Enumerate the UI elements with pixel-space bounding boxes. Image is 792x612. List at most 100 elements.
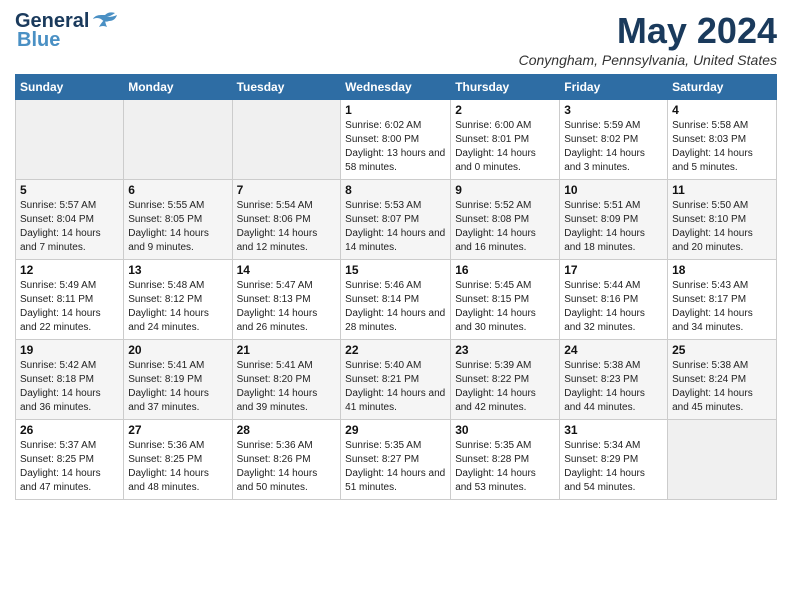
calendar-table: SundayMondayTuesdayWednesdayThursdayFrid… [15,74,777,500]
day-cell: 25 Sunrise: 5:38 AM Sunset: 8:24 PM Dayli… [668,340,777,420]
day-cell: 31Sunrise: 5:34 AM Sunset: 8:29 PM Dayli… [560,420,668,500]
day-cell: 4 Sunrise: 5:58 AM Sunset: 8:03 PM Daylig… [668,100,777,180]
title-block: May 2024 Conyngham, Pennsylvania, United… [519,10,777,68]
day-info: Sunrise: 5:34 AM Sunset: 8:29 PM Dayligh… [564,439,663,495]
day-number: 8 [345,183,446,197]
day-number: 11 [672,183,772,197]
day-number: 6 [128,183,227,197]
day-info: Sunrise: 5:36 AM Sunset: 8:25 PM Dayligh… [128,439,227,495]
day-cell: 9Sunrise: 5:52 AM Sunset: 8:08 PM Daylig… [451,180,560,260]
day-info: Sunrise: 5:43 AM Sunset: 8:17 PM Dayligh… [672,279,772,335]
day-cell [232,100,341,180]
day-cell: 13 Sunrise: 5:48 AM Sunset: 8:12 PM Dayli… [124,260,232,340]
week-row-5: 26Sunrise: 5:37 AM Sunset: 8:25 PM Dayli… [16,420,777,500]
day-number: 29 [345,423,446,437]
day-info: Sunrise: 5:36 AM Sunset: 8:26 PM Dayligh… [237,439,337,495]
day-cell: 14 Sunrise: 5:47 AM Sunset: 8:13 PM Dayli… [232,260,341,340]
day-info: Sunrise: 6:00 AM Sunset: 8:01 PM Dayligh… [455,119,555,175]
day-number: 27 [128,423,227,437]
logo-bird-icon [91,11,119,31]
day-info: Sunrise: 5:35 AM Sunset: 8:28 PM Dayligh… [455,439,555,495]
day-number: 26 [20,423,119,437]
day-info: Sunrise: 5:42 AM Sunset: 8:18 PM Dayligh… [20,359,119,415]
col-header-monday: Monday [124,75,232,100]
day-info: Sunrise: 6:02 AM Sunset: 8:00 PM Dayligh… [345,119,446,175]
day-cell: 29Sunrise: 5:35 AM Sunset: 8:27 PM Dayli… [341,420,451,500]
day-info: Sunrise: 5:38 AM Sunset: 8:24 PM Dayligh… [672,359,772,415]
day-number: 4 [672,103,772,117]
day-cell [668,420,777,500]
day-info: Sunrise: 5:39 AM Sunset: 8:22 PM Dayligh… [455,359,555,415]
week-row-2: 5Sunrise: 5:57 AM Sunset: 8:04 PM Daylig… [16,180,777,260]
day-number: 1 [345,103,446,117]
day-number: 28 [237,423,337,437]
day-number: 15 [345,263,446,277]
day-info: Sunrise: 5:51 AM Sunset: 8:09 PM Dayligh… [564,199,663,255]
day-info: Sunrise: 5:55 AM Sunset: 8:05 PM Dayligh… [128,199,227,255]
day-info: Sunrise: 5:41 AM Sunset: 8:19 PM Dayligh… [128,359,227,415]
day-cell: 1 Sunrise: 6:02 AM Sunset: 8:00 PM Daylig… [341,100,451,180]
day-info: Sunrise: 5:45 AM Sunset: 8:15 PM Dayligh… [455,279,555,335]
col-header-wednesday: Wednesday [341,75,451,100]
day-cell: 6 Sunrise: 5:55 AM Sunset: 8:05 PM Daylig… [124,180,232,260]
day-cell: 2Sunrise: 6:00 AM Sunset: 8:01 PM Daylig… [451,100,560,180]
day-info: Sunrise: 5:44 AM Sunset: 8:16 PM Dayligh… [564,279,663,335]
day-cell: 15 Sunrise: 5:46 AM Sunset: 8:14 PM Dayli… [341,260,451,340]
day-info: Sunrise: 5:47 AM Sunset: 8:13 PM Dayligh… [237,279,337,335]
week-row-4: 19 Sunrise: 5:42 AM Sunset: 8:18 PM Dayli… [16,340,777,420]
day-cell: 24Sunrise: 5:38 AM Sunset: 8:23 PM Dayli… [560,340,668,420]
day-cell: 7 Sunrise: 5:54 AM Sunset: 8:06 PM Daylig… [232,180,341,260]
location-text: Conyngham, Pennsylvania, United States [519,52,777,68]
day-number: 3 [564,103,663,117]
day-number: 30 [455,423,555,437]
day-number: 22 [345,343,446,357]
day-cell: 3 Sunrise: 5:59 AM Sunset: 8:02 PM Daylig… [560,100,668,180]
day-info: Sunrise: 5:46 AM Sunset: 8:14 PM Dayligh… [345,279,446,335]
day-number: 25 [672,343,772,357]
day-info: Sunrise: 5:59 AM Sunset: 8:02 PM Dayligh… [564,119,663,175]
day-info: Sunrise: 5:54 AM Sunset: 8:06 PM Dayligh… [237,199,337,255]
logo-blue-text: Blue [17,29,60,52]
day-number: 12 [20,263,119,277]
day-cell: 20 Sunrise: 5:41 AM Sunset: 8:19 PM Dayli… [124,340,232,420]
day-cell: 28 Sunrise: 5:36 AM Sunset: 8:26 PM Dayli… [232,420,341,500]
day-info: Sunrise: 5:58 AM Sunset: 8:03 PM Dayligh… [672,119,772,175]
day-cell: 12 Sunrise: 5:49 AM Sunset: 8:11 PM Dayli… [16,260,124,340]
day-number: 14 [237,263,337,277]
day-number: 16 [455,263,555,277]
day-info: Sunrise: 5:40 AM Sunset: 8:21 PM Dayligh… [345,359,446,415]
day-number: 21 [237,343,337,357]
day-info: Sunrise: 5:50 AM Sunset: 8:10 PM Dayligh… [672,199,772,255]
day-cell: 10 Sunrise: 5:51 AM Sunset: 8:09 PM Dayli… [560,180,668,260]
logo: General Blue [15,10,119,52]
day-cell [124,100,232,180]
day-cell: 19 Sunrise: 5:42 AM Sunset: 8:18 PM Dayli… [16,340,124,420]
day-cell: 30 Sunrise: 5:35 AM Sunset: 8:28 PM Dayli… [451,420,560,500]
day-cell: 22 Sunrise: 5:40 AM Sunset: 8:21 PM Dayli… [341,340,451,420]
day-number: 19 [20,343,119,357]
day-number: 10 [564,183,663,197]
day-cell: 18Sunrise: 5:43 AM Sunset: 8:17 PM Dayli… [668,260,777,340]
day-info: Sunrise: 5:48 AM Sunset: 8:12 PM Dayligh… [128,279,227,335]
header-row: SundayMondayTuesdayWednesdayThursdayFrid… [16,75,777,100]
col-header-saturday: Saturday [668,75,777,100]
day-info: Sunrise: 5:41 AM Sunset: 8:20 PM Dayligh… [237,359,337,415]
day-info: Sunrise: 5:52 AM Sunset: 8:08 PM Dayligh… [455,199,555,255]
day-number: 7 [237,183,337,197]
day-number: 20 [128,343,227,357]
day-info: Sunrise: 5:49 AM Sunset: 8:11 PM Dayligh… [20,279,119,335]
day-cell: 11 Sunrise: 5:50 AM Sunset: 8:10 PM Dayli… [668,180,777,260]
day-number: 13 [128,263,227,277]
page-header: General Blue May 2024 Conyngham, Pennsyl… [15,10,777,68]
col-header-tuesday: Tuesday [232,75,341,100]
day-info: Sunrise: 5:57 AM Sunset: 8:04 PM Dayligh… [20,199,119,255]
day-cell [16,100,124,180]
day-cell: 21 Sunrise: 5:41 AM Sunset: 8:20 PM Dayli… [232,340,341,420]
month-title: May 2024 [519,10,777,52]
col-header-thursday: Thursday [451,75,560,100]
day-cell: 5Sunrise: 5:57 AM Sunset: 8:04 PM Daylig… [16,180,124,260]
day-number: 23 [455,343,555,357]
day-cell: 16 Sunrise: 5:45 AM Sunset: 8:15 PM Dayli… [451,260,560,340]
day-cell: 26Sunrise: 5:37 AM Sunset: 8:25 PM Dayli… [16,420,124,500]
day-cell: 17Sunrise: 5:44 AM Sunset: 8:16 PM Dayli… [560,260,668,340]
